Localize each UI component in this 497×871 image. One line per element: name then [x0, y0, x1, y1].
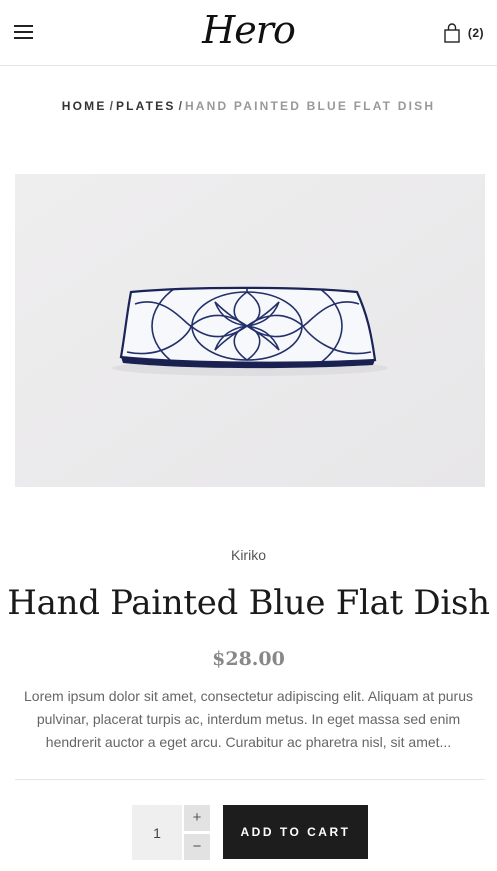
product-vendor[interactable]: Kiriko	[0, 547, 497, 563]
breadcrumb-home[interactable]: HOME	[62, 99, 107, 113]
product-price: $28.00	[212, 648, 285, 670]
breadcrumb-plates[interactable]: PLATES	[116, 99, 176, 113]
divider	[15, 779, 485, 780]
cart-count: (2)	[467, 26, 484, 40]
breadcrumb: HOME / PLATES / HAND PAINTED BLUE FLAT DISH	[0, 99, 497, 113]
site-header: Hero (2)	[0, 0, 497, 66]
site-logo[interactable]: Hero	[0, 8, 497, 52]
shopping-bag-icon	[444, 23, 460, 43]
quantity-increase-button[interactable]: +	[184, 805, 210, 831]
cart-button[interactable]: (2)	[444, 22, 484, 44]
plate-image	[15, 174, 485, 487]
quantity-input[interactable]	[132, 805, 182, 860]
product-description: Lorem ipsum dolor sit amet, consectetur …	[24, 688, 473, 750]
product-image[interactable]	[15, 174, 485, 487]
breadcrumb-current: HAND PAINTED BLUE FLAT DISH	[184, 99, 436, 113]
breadcrumb-separator: /	[178, 99, 182, 113]
add-to-cart-button[interactable]: ADD TO CART	[223, 805, 368, 859]
breadcrumb-separator: /	[109, 99, 113, 113]
product-title: Hand Painted Blue Flat Dish	[7, 583, 490, 623]
quantity-decrease-button[interactable]: −	[184, 834, 210, 860]
